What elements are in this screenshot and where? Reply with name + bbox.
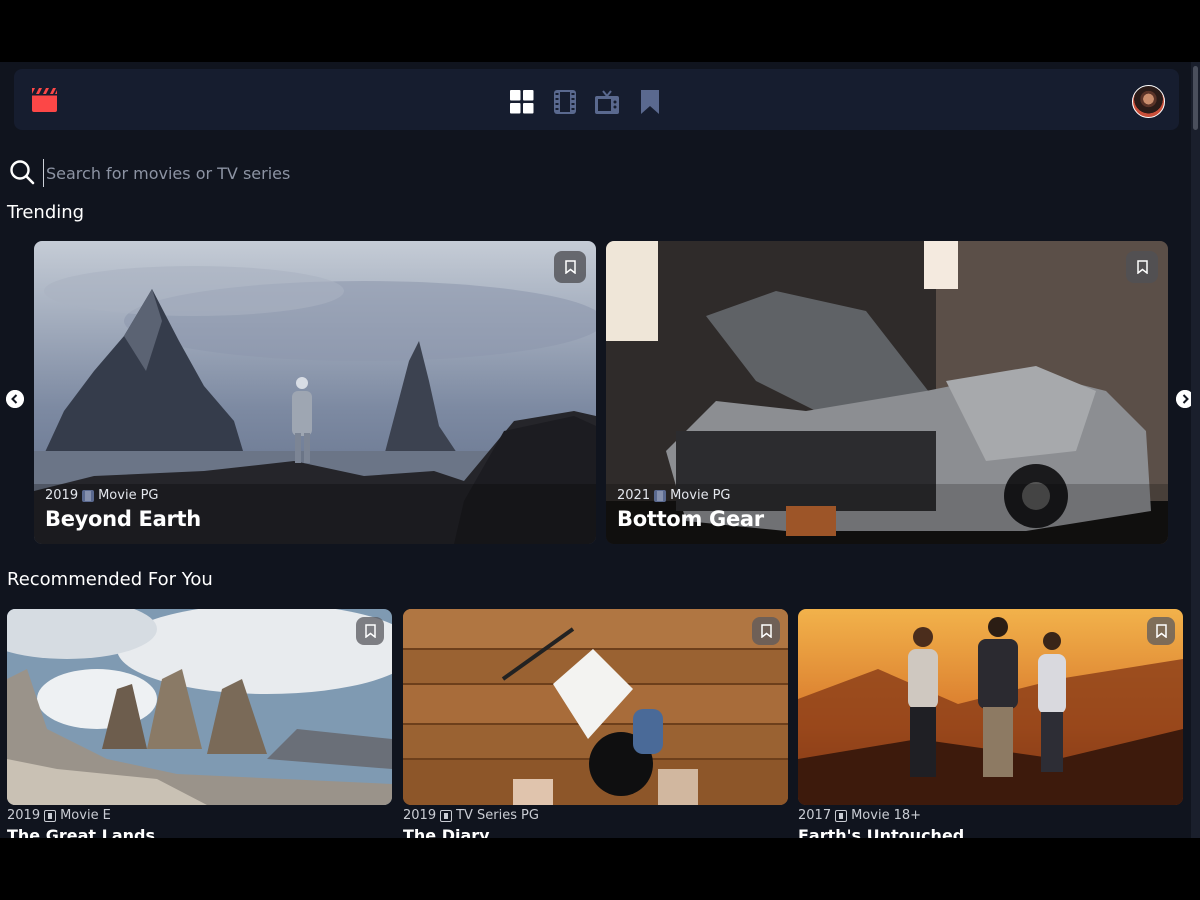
card-rating: E xyxy=(102,808,111,823)
bookmark-icon xyxy=(565,260,576,274)
search-input[interactable] xyxy=(43,159,568,187)
card-type: Movie xyxy=(60,808,99,823)
bookmark-button[interactable] xyxy=(1147,617,1175,645)
card-meta: 2017 Movie 18+ xyxy=(798,808,921,823)
bookmark-icon xyxy=(1137,260,1148,274)
section-title-trending: Trending xyxy=(7,202,85,223)
trending-card[interactable]: 2021 Movie PG Bottom Gear xyxy=(606,241,1168,544)
recommended-thumbnail xyxy=(403,609,788,805)
film-icon xyxy=(44,809,57,822)
card-year: 2021 xyxy=(617,488,651,503)
bookmark-button[interactable] xyxy=(752,617,780,645)
film-icon[interactable] xyxy=(553,90,577,114)
tv-icon[interactable] xyxy=(595,90,619,114)
bookmark-icon xyxy=(365,624,376,638)
bookmark-button[interactable] xyxy=(554,251,586,283)
grid-icon[interactable] xyxy=(510,90,534,114)
bookmark-button[interactable] xyxy=(356,617,384,645)
trending-card[interactable]: 2019 Movie PG Beyond Earth xyxy=(34,241,596,544)
vertical-scrollbar[interactable] xyxy=(1191,62,1200,838)
tv-icon xyxy=(440,809,453,822)
card-year: 2019 xyxy=(403,808,437,823)
card-year: 2019 xyxy=(45,488,79,503)
card-meta: 2019 TV Series PG xyxy=(403,808,539,823)
avatar[interactable] xyxy=(1132,85,1165,118)
card-rating: PG xyxy=(521,808,539,823)
scrollbar-thumb[interactable] xyxy=(1193,66,1198,130)
recommended-card[interactable] xyxy=(798,609,1183,805)
card-meta: 2021 Movie PG xyxy=(617,488,731,503)
card-meta: 2019 Movie PG xyxy=(45,488,159,503)
search-bar xyxy=(9,159,609,187)
carousel-prev-button[interactable] xyxy=(6,390,24,408)
bookmark-icon xyxy=(1156,624,1167,638)
card-title: Earth's Untouched xyxy=(798,826,965,838)
film-icon xyxy=(835,809,848,822)
card-title: The Great Lands xyxy=(7,826,155,838)
card-title: The Diary xyxy=(403,826,490,838)
recommended-thumbnail xyxy=(7,609,392,805)
card-title: Bottom Gear xyxy=(617,507,764,531)
recommended-thumbnail xyxy=(798,609,1183,805)
card-type: Movie xyxy=(98,488,137,503)
app-window: Trending xyxy=(0,62,1200,838)
card-title: Beyond Earth xyxy=(45,507,201,531)
top-nav xyxy=(14,69,1179,130)
recommended-card[interactable] xyxy=(403,609,788,805)
search-icon xyxy=(10,160,35,185)
recommended-card[interactable] xyxy=(7,609,392,805)
film-icon xyxy=(654,489,667,502)
section-title-recommended: Recommended For You xyxy=(7,569,213,590)
card-type: TV Series xyxy=(456,808,518,823)
card-rating: PG xyxy=(712,488,731,503)
card-type: Movie xyxy=(670,488,709,503)
bookmark-icon[interactable] xyxy=(638,90,662,114)
film-icon xyxy=(82,489,95,502)
card-rating: PG xyxy=(140,488,159,503)
card-year: 2019 xyxy=(7,808,41,823)
bookmark-icon xyxy=(761,624,772,638)
card-rating: 18+ xyxy=(893,808,922,823)
bookmark-button[interactable] xyxy=(1126,251,1158,283)
card-meta: 2019 Movie E xyxy=(7,808,111,823)
card-type: Movie xyxy=(851,808,890,823)
card-year: 2017 xyxy=(798,808,832,823)
app-logo-icon[interactable] xyxy=(30,88,59,112)
